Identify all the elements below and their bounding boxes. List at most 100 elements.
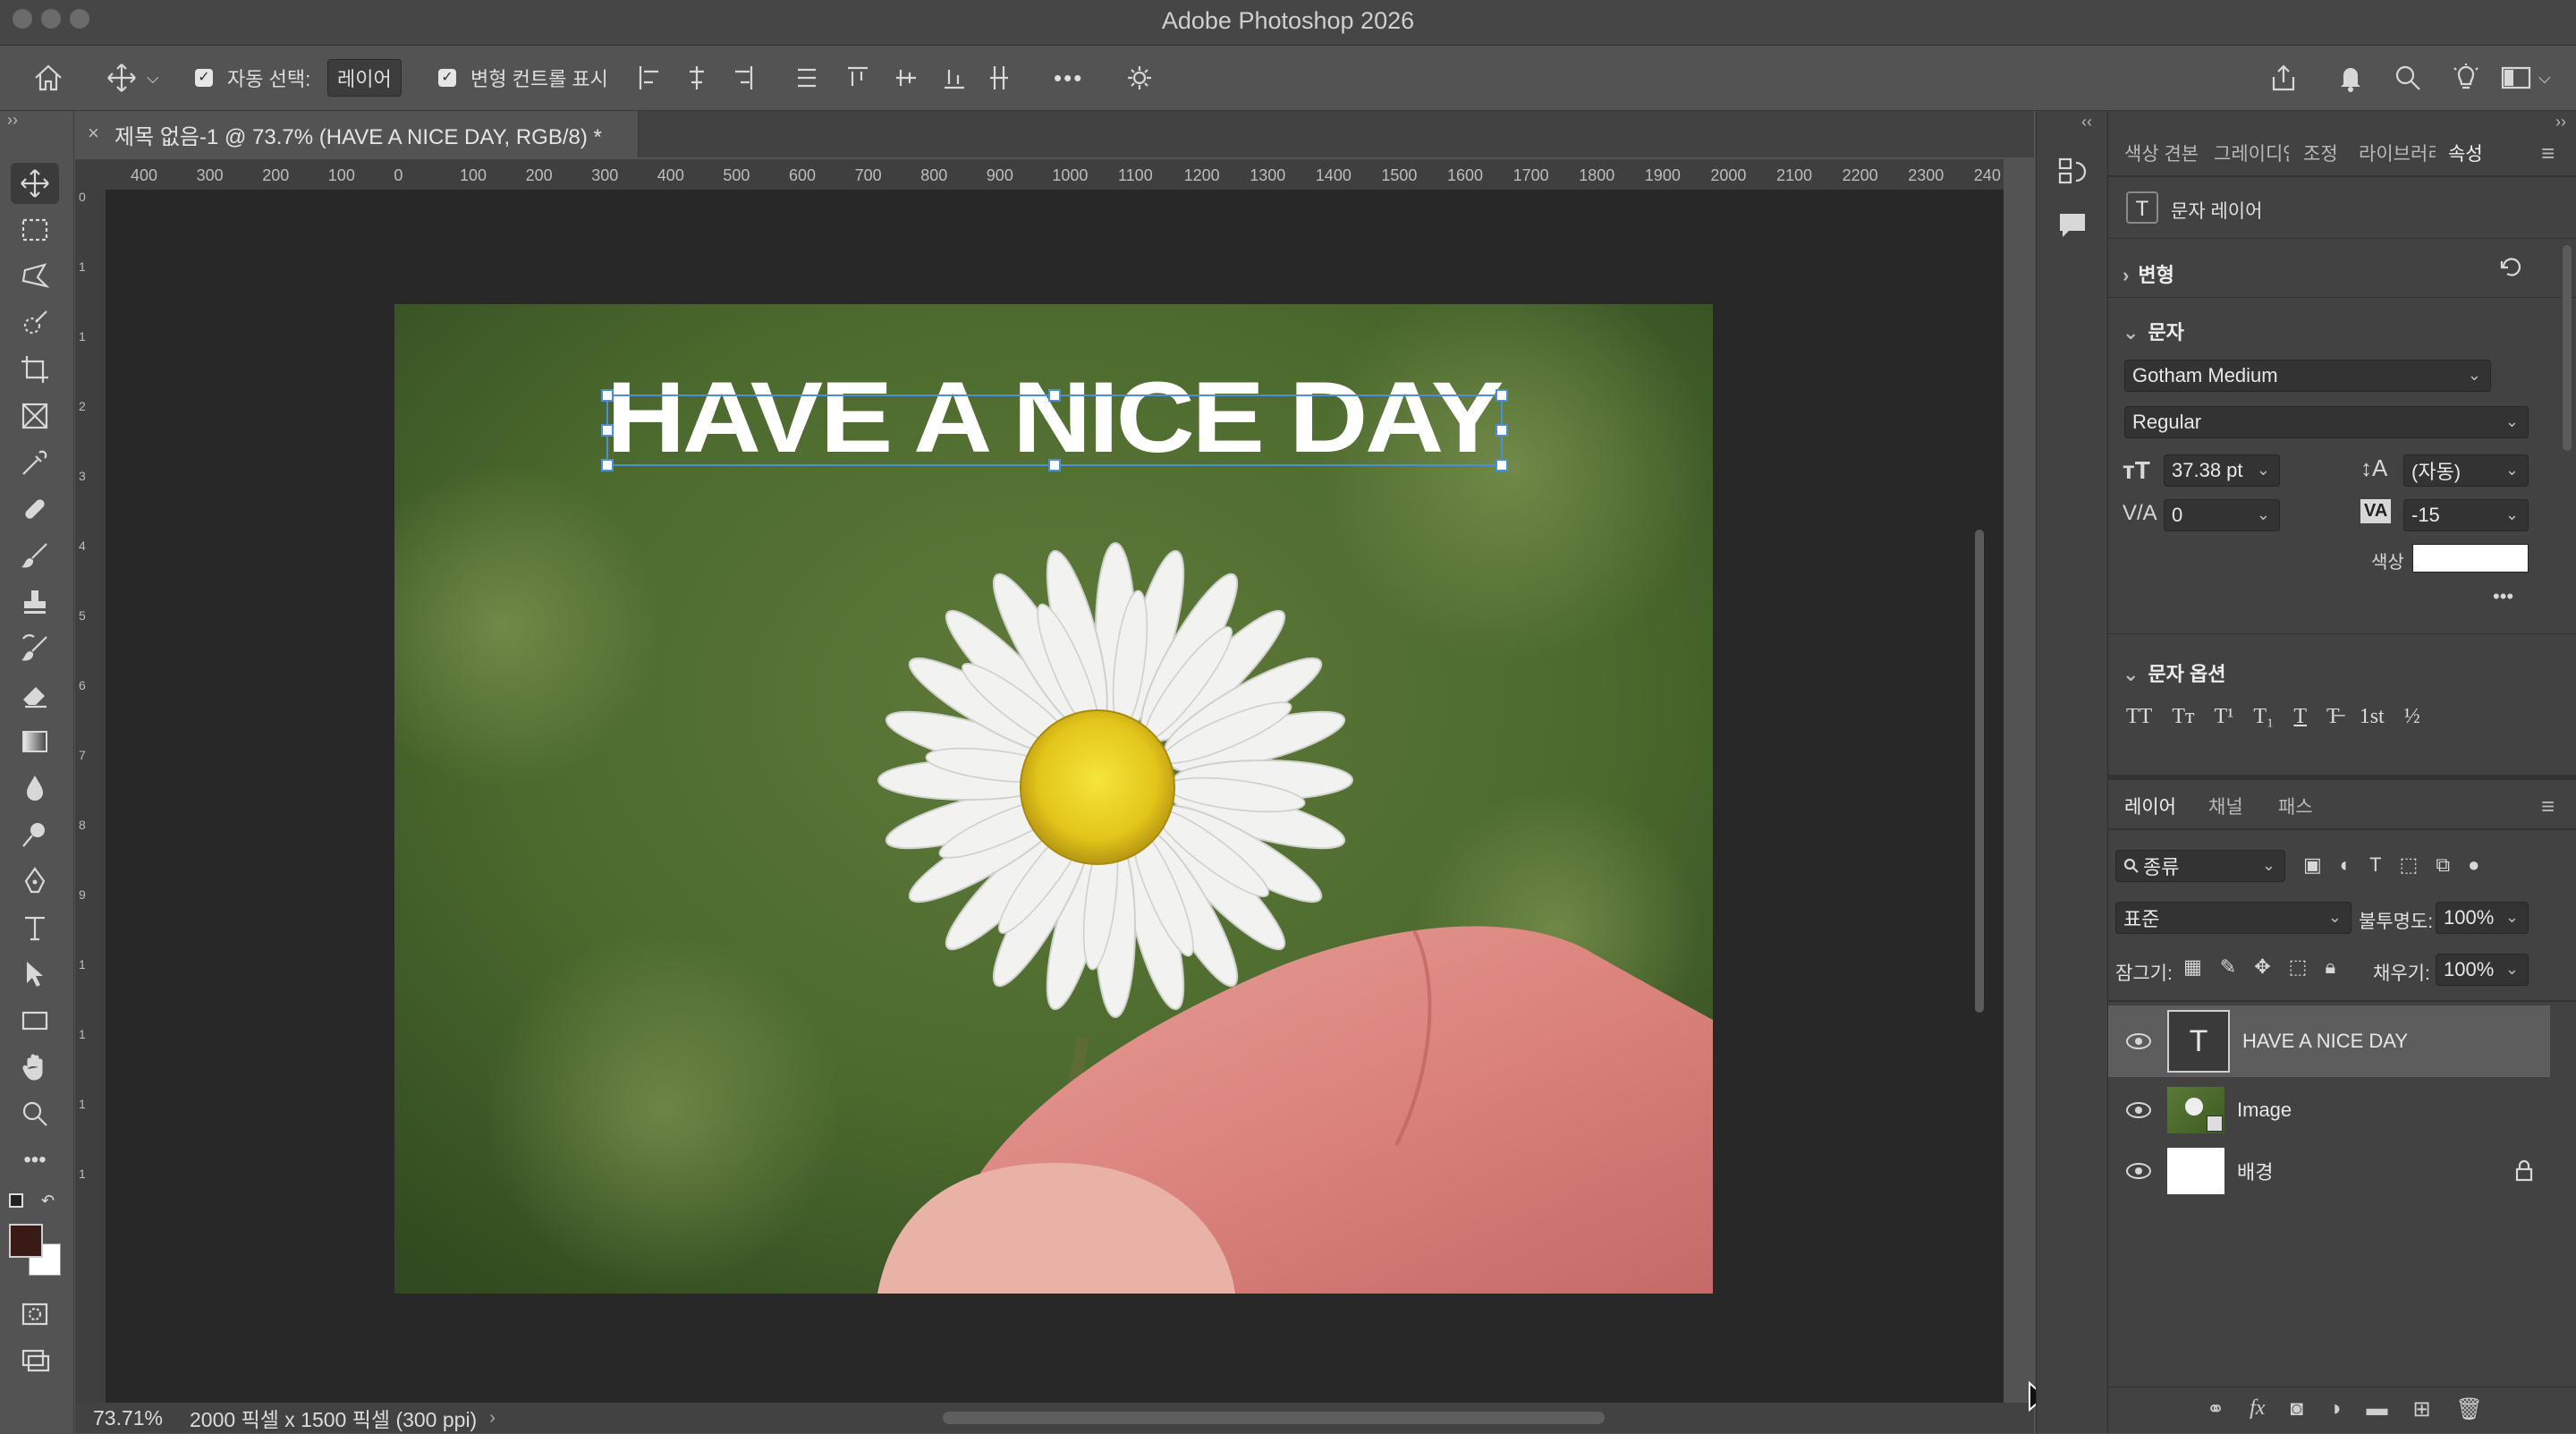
all-caps-button[interactable]: TT — [2126, 705, 2152, 729]
chevron-right-icon[interactable]: › — [489, 1408, 496, 1429]
tab-swatches[interactable]: 색상 견본 — [2124, 131, 2199, 175]
align-distribute-icons[interactable] — [637, 64, 1013, 91]
eyedropper-tool[interactable] — [11, 442, 59, 483]
character-section-header[interactable]: ⌄ 문자 — [2123, 317, 2184, 345]
clone-stamp-tool[interactable] — [11, 581, 59, 623]
edit-toolbar-button[interactable]: ••• — [11, 1140, 59, 1181]
history-brush-tool[interactable] — [11, 628, 59, 669]
panel-menu-icon[interactable]: ≡ — [2541, 131, 2555, 175]
crop-tool[interactable] — [11, 349, 59, 390]
visibility-eye-icon[interactable] — [2126, 1033, 2151, 1049]
opacity-field[interactable]: 100% ⌄ — [2436, 902, 2529, 934]
notifications-button[interactable] — [2336, 46, 2365, 110]
frame-tool[interactable] — [11, 395, 59, 437]
tab-gradients[interactable]: 그레이디언 — [2214, 131, 2289, 175]
document-canvas[interactable]: HAVE A NICE DAY — [394, 304, 1713, 1294]
tab-adjustments[interactable]: 조정 — [2303, 131, 2338, 175]
small-caps-button[interactable]: Tт — [2172, 705, 2194, 729]
lock-artboard-icon[interactable]: ⬚ — [2289, 955, 2308, 979]
search-button[interactable] — [2394, 46, 2422, 110]
fx-icon[interactable]: fx — [2250, 1396, 2265, 1422]
lock-all-icon[interactable]: 🔒︎ — [2325, 955, 2335, 979]
more-options-button[interactable]: ••• — [1054, 46, 1083, 110]
lock-pixels-icon[interactable]: ✎ — [2220, 955, 2236, 979]
character-options-header[interactable]: ⌄ 문자 옵션 — [2123, 658, 2226, 687]
tab-channels[interactable]: 채널 — [2208, 784, 2243, 828]
collapse-chevron-icon[interactable]: ›› — [7, 111, 18, 130]
layer-filter-select[interactable]: 종류 ⌄ — [2115, 850, 2285, 882]
trash-icon[interactable]: 🗑︎ — [2456, 1396, 2483, 1422]
layer-row-background[interactable]: 배경 — [2108, 1140, 2550, 1202]
new-layer-icon[interactable]: ⊞ — [2412, 1396, 2430, 1422]
comments-panel-icon[interactable] — [2056, 209, 2089, 242]
dodge-tool[interactable] — [11, 814, 59, 855]
superscript-button[interactable]: T¹ — [2214, 705, 2233, 729]
zoom-level[interactable]: 73.71% — [93, 1406, 163, 1430]
reset-icon[interactable] — [2498, 254, 2525, 281]
layer-row-text[interactable]: T HAVE A NICE DAY — [2108, 1005, 2550, 1077]
blend-mode-select[interactable]: 표준 ⌄ — [2115, 902, 2351, 934]
transform-section-header[interactable]: › 변형 — [2123, 259, 2174, 288]
eraser-tool[interactable] — [11, 675, 59, 716]
vertical-scrollbar[interactable] — [1975, 530, 1984, 1013]
tab-properties[interactable]: 속성 — [2448, 131, 2483, 177]
swap-colors-icon[interactable]: ↶ — [41, 1192, 55, 1210]
close-tab-icon[interactable]: × — [88, 122, 99, 145]
path-selection-tool[interactable] — [11, 954, 59, 995]
home-button[interactable] — [32, 46, 64, 110]
horizontal-scrollbar[interactable] — [943, 1412, 1605, 1424]
fill-field[interactable]: 100% ⌄ — [2436, 954, 2529, 986]
move-tool[interactable] — [11, 163, 59, 204]
tab-layers[interactable]: 레이어 — [2124, 784, 2176, 830]
pen-tool[interactable] — [11, 861, 59, 902]
leading-field[interactable]: (자동) ⌄ — [2403, 454, 2529, 487]
gradient-tool[interactable] — [11, 721, 59, 762]
panel-menu-icon[interactable]: ≡ — [2541, 784, 2555, 828]
hand-tool[interactable] — [11, 1047, 59, 1088]
settings-button[interactable] — [1125, 46, 1154, 110]
quick-selection-tool[interactable] — [11, 302, 59, 344]
show-transform-checkbox[interactable]: ✓ 변형 컨트롤 표시 — [438, 46, 608, 110]
layer-row-image[interactable]: Image — [2108, 1079, 2550, 1141]
screen-mode-button[interactable] — [11, 1340, 59, 1381]
text-color-swatch[interactable] — [2412, 544, 2529, 573]
auto-select-dropdown[interactable]: 레이어 — [327, 46, 402, 110]
shape-filter-icon[interactable]: ⬚ — [2400, 853, 2419, 877]
kerning-field[interactable]: 0 ⌄ — [2164, 499, 2280, 531]
strikethrough-button[interactable]: T̶ — [2326, 705, 2340, 729]
tab-libraries[interactable]: 라이브러리 — [2359, 131, 2436, 175]
type-filter-icon[interactable]: T — [2369, 853, 2381, 877]
collapse-chevron-icon[interactable]: ‹‹ — [2081, 113, 2092, 132]
link-layers-icon[interactable]: ⚭ — [2207, 1396, 2224, 1422]
document-tab[interactable]: × 제목 없음-1 @ 73.7% (HAVE A NICE DAY, RGB/… — [75, 111, 639, 157]
adjustment-filter-icon[interactable]: ◐ — [2340, 853, 2351, 877]
lock-transparency-icon[interactable]: ▦ — [2183, 955, 2202, 979]
brush-tool[interactable] — [11, 535, 59, 576]
auto-select-checkbox[interactable]: ✓ 자동 선택: — [195, 46, 310, 110]
type-tool[interactable] — [11, 907, 59, 948]
font-size-field[interactable]: 37.38 pt ⌄ — [2164, 454, 2280, 487]
blur-tool[interactable] — [11, 768, 59, 809]
lasso-tool[interactable] — [11, 256, 59, 297]
visibility-eye-icon[interactable] — [2126, 1163, 2151, 1179]
move-tool-preset[interactable]: ⌵ — [106, 46, 159, 110]
more-options-button[interactable]: ••• — [2493, 585, 2513, 608]
font-style-select[interactable]: Regular ⌄ — [2124, 406, 2529, 438]
fractions-button[interactable]: ½ — [2404, 705, 2420, 729]
tab-paths[interactable]: 패스 — [2278, 784, 2313, 828]
underline-button[interactable]: T — [2293, 705, 2307, 729]
zoom-tool[interactable] — [11, 1093, 59, 1134]
font-family-select[interactable]: Gotham Medium ⌄ — [2124, 360, 2491, 392]
workspace-button[interactable]: ⌵ — [2501, 46, 2551, 110]
share-button[interactable] — [2268, 46, 2299, 110]
smart-object-filter-icon[interactable]: ⧉ — [2436, 853, 2450, 877]
subscript-button[interactable]: T₁ — [2253, 705, 2274, 729]
quick-mask-button[interactable] — [11, 1294, 59, 1335]
marquee-tool[interactable] — [11, 209, 59, 250]
tracking-field[interactable]: -15 ⌄ — [2403, 499, 2529, 531]
new-group-icon[interactable]: ▬ — [2366, 1396, 2387, 1422]
adjustment-layer-icon[interactable]: ◑ — [2328, 1396, 2342, 1422]
add-mask-icon[interactable]: ◙ — [2290, 1396, 2303, 1422]
history-panel-icon[interactable] — [2056, 156, 2089, 188]
canvas-text[interactable]: HAVE A NICE DAY — [606, 361, 1504, 473]
